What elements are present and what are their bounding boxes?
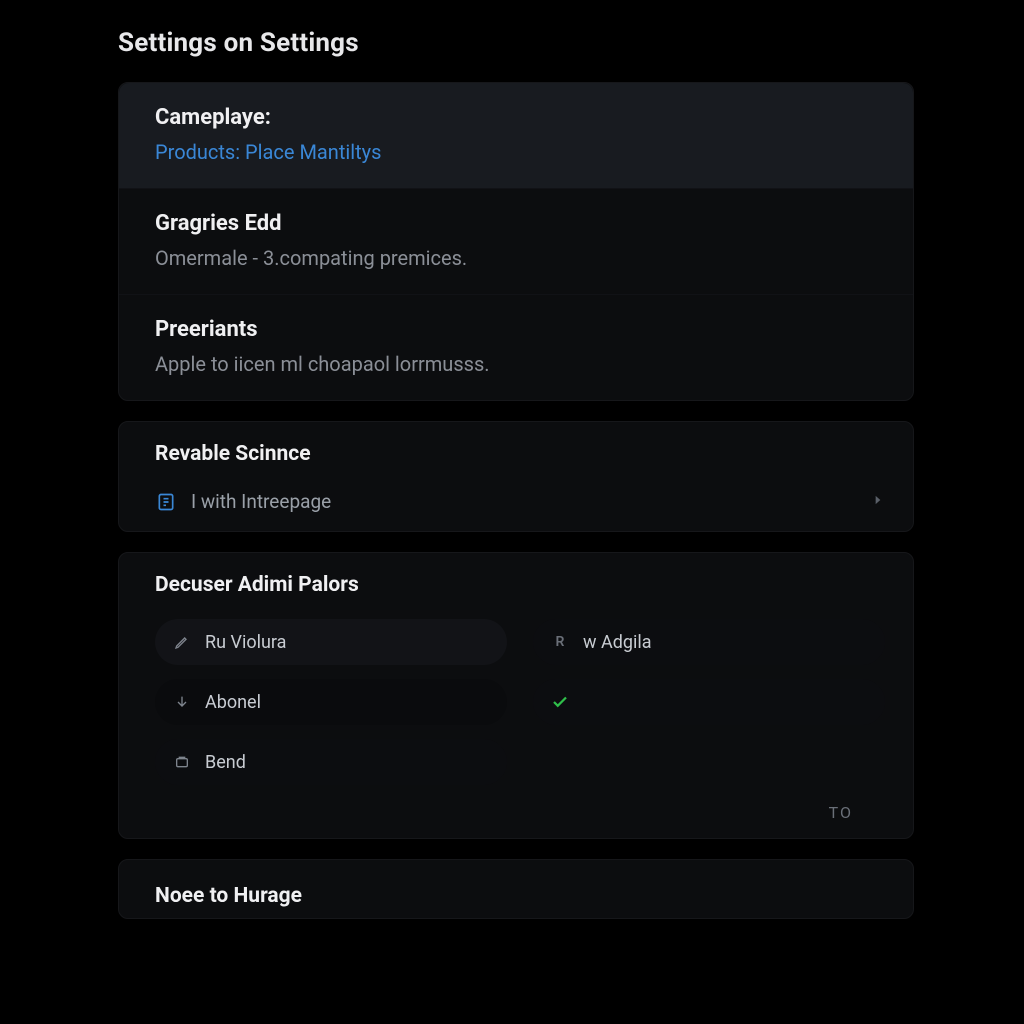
pill-label: w Adgila — [583, 632, 652, 653]
pill-check[interactable] — [533, 679, 885, 725]
settings-group-4: Noee to Hurage — [118, 859, 914, 919]
row-title: Cameplaye: — [155, 105, 885, 130]
settings-group-3: Decuser Adimi Palors Ru Violura R w Adgi… — [118, 552, 914, 839]
nav-label: I with Intreepage — [191, 490, 331, 513]
pill-w-adgila[interactable]: R w Adgila — [533, 619, 885, 665]
pill-label: Ru Violura — [205, 632, 286, 653]
pill-bend[interactable]: Bend — [155, 739, 507, 785]
page-title: Settings on Settings — [118, 28, 914, 58]
settings-row-gragries[interactable]: Gragries Edd Omermale - 3.compating prem… — [119, 189, 913, 295]
package-icon — [173, 753, 191, 771]
row-subtitle: Omermale - 3.compating premices. — [155, 246, 885, 270]
letter-r-icon: R — [551, 634, 569, 650]
row-subtitle[interactable]: Products: Place Mantiltys — [155, 140, 885, 164]
section-header: Noee to Hurage — [119, 860, 913, 918]
pill-label: Bend — [205, 752, 246, 773]
pill-ru-violura[interactable]: Ru Violura — [155, 619, 507, 665]
row-subtitle: Apple to iicen ml choapaol lorrmusss. — [155, 352, 885, 376]
page-icon — [155, 491, 177, 513]
settings-group-2: Revable Scinnce I with Intreepage — [118, 421, 914, 532]
check-icon — [551, 693, 569, 711]
chevron-right-icon — [871, 492, 885, 511]
palors-grid: Ru Violura R w Adgila Abonel — [119, 611, 913, 803]
settings-row-cameplaye[interactable]: Cameplaye: Products: Place Mantiltys — [119, 83, 913, 189]
nav-row-intreepage[interactable]: I with Intreepage — [119, 480, 913, 531]
settings-group-1: Cameplaye: Products: Place Mantiltys Gra… — [118, 82, 914, 401]
arrow-down-icon — [173, 693, 191, 711]
pen-icon — [173, 633, 191, 651]
settings-row-preeriants[interactable]: Preeriants Apple to iicen ml choapaol lo… — [119, 295, 913, 400]
pill-abonel[interactable]: Abonel — [155, 679, 507, 725]
row-title: Preeriants — [155, 317, 885, 342]
section-header: Revable Scinnce — [119, 422, 913, 480]
to-label: TO — [119, 803, 913, 838]
section-header: Decuser Adimi Palors — [119, 553, 913, 611]
pill-label: Abonel — [205, 692, 261, 713]
row-title: Gragries Edd — [155, 211, 885, 236]
settings-page: Settings on Settings Cameplaye: Products… — [0, 0, 1024, 919]
